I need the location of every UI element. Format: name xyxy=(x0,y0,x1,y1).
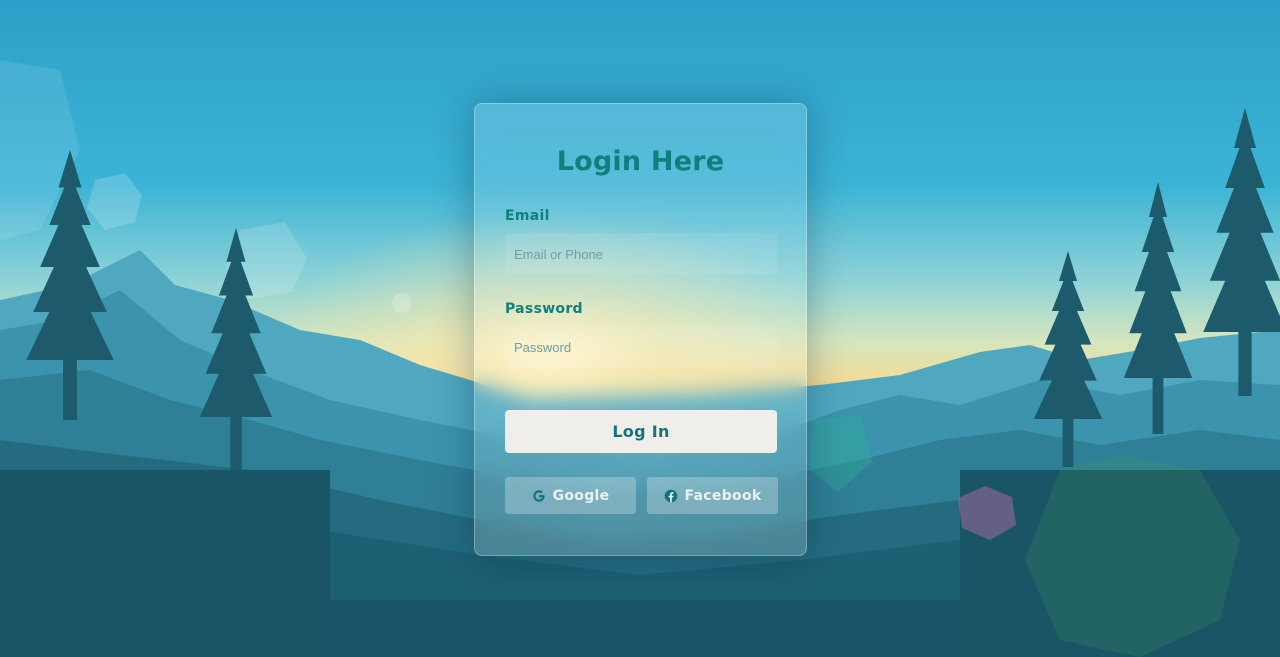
facebook-icon xyxy=(664,489,678,503)
login-title: Login Here xyxy=(556,146,725,177)
facebook-login-button[interactable]: Facebook xyxy=(647,477,778,514)
password-input[interactable] xyxy=(505,326,777,368)
page-root: Login Here Email Password Log In Google … xyxy=(0,0,1280,657)
google-login-button[interactable]: Google xyxy=(505,477,636,514)
email-input[interactable] xyxy=(505,233,777,275)
email-label: Email xyxy=(505,208,550,224)
google-label: Google xyxy=(552,487,610,504)
login-button[interactable]: Log In xyxy=(505,410,777,453)
facebook-label: Facebook xyxy=(684,487,762,504)
password-label: Password xyxy=(505,301,583,317)
login-card: Login Here Email Password Log In Google … xyxy=(474,103,807,556)
google-icon xyxy=(532,489,546,503)
